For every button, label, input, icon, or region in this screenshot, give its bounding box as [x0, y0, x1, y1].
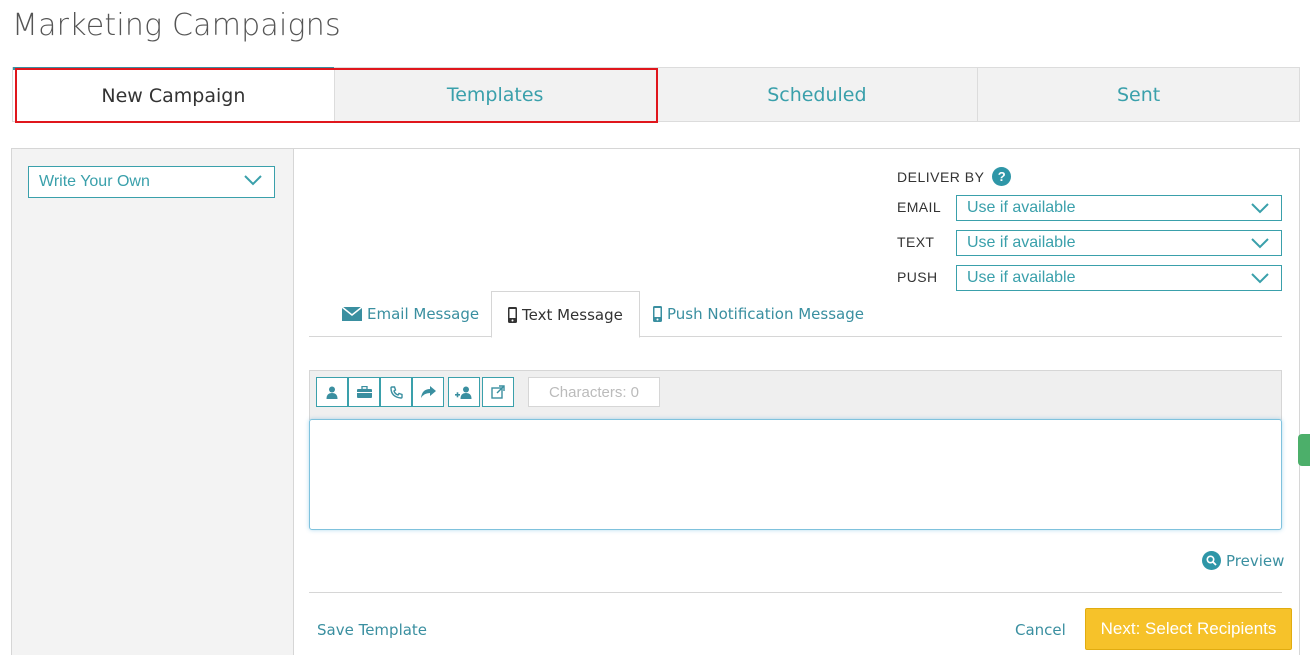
message-toolbar: Characters: 0: [309, 370, 1282, 420]
chevron-down-icon: [244, 175, 262, 186]
deliver-email-label: EMAIL: [897, 199, 942, 215]
tab-push-message-label: Push Notification Message: [667, 305, 864, 323]
tab-new-campaign[interactable]: New Campaign: [13, 67, 334, 121]
chevron-down-icon: [1251, 273, 1269, 284]
tab-sent[interactable]: Sent: [977, 67, 1299, 121]
question-circle-icon[interactable]: ?: [992, 167, 1012, 186]
user-icon: [326, 386, 338, 399]
tab-templates[interactable]: Templates: [333, 67, 656, 121]
side-feedback-tab[interactable]: [1298, 434, 1310, 466]
add-user-icon: [455, 386, 472, 399]
envelope-icon: [342, 307, 362, 321]
external-link-icon: [491, 385, 505, 399]
tab-push-notification-message[interactable]: Push Notification Message: [653, 291, 864, 337]
preview-label: Preview: [1226, 551, 1285, 570]
preview-link[interactable]: Preview: [1202, 551, 1284, 570]
template-select-value: Write Your Own: [39, 173, 150, 190]
deliver-by-heading: DELIVER BY ?: [897, 167, 1012, 186]
save-template-link[interactable]: Save Template: [317, 621, 427, 639]
deliver-email-select[interactable]: Use if available: [956, 195, 1282, 221]
page-title: Marketing Campaigns: [12, 8, 341, 43]
campaign-tabs: New Campaign Templates Scheduled Sent: [12, 67, 1300, 122]
share-icon: [420, 386, 436, 398]
tab-scheduled[interactable]: Scheduled: [655, 67, 978, 121]
insert-business-button[interactable]: [348, 377, 380, 407]
deliver-email-value: Use if available: [967, 199, 1076, 216]
tab-email-message[interactable]: Email Message: [342, 291, 479, 337]
insert-forward-button[interactable]: [412, 377, 444, 407]
character-count: Characters: 0: [528, 377, 660, 407]
phone-icon: [389, 385, 403, 399]
deliver-text-value: Use if available: [967, 234, 1076, 251]
footer-divider: [309, 592, 1282, 593]
deliver-by-label: DELIVER BY: [897, 168, 985, 185]
deliver-text-label: TEXT: [897, 234, 935, 250]
insert-link-button[interactable]: [482, 377, 514, 407]
deliver-text-select[interactable]: Use if available: [956, 230, 1282, 256]
message-tabs: Email Message Text Message Push Notifica…: [309, 291, 1282, 338]
tab-text-message[interactable]: Text Message: [491, 291, 640, 338]
chevron-down-icon: [1251, 203, 1269, 214]
deliver-push-value: Use if available: [967, 269, 1076, 286]
briefcase-icon: [356, 386, 372, 398]
cancel-link[interactable]: Cancel: [1015, 621, 1066, 639]
deliver-push-label: PUSH: [897, 269, 938, 285]
tab-text-message-label: Text Message: [522, 305, 623, 324]
campaign-panel: Write Your Own DELIVER BY ? EMAIL Use if…: [11, 148, 1300, 655]
insert-name-button[interactable]: [316, 377, 348, 407]
search-icon: [1202, 551, 1221, 570]
next-select-recipients-button[interactable]: Next: Select Recipients: [1085, 608, 1292, 650]
deliver-push-select[interactable]: Use if available: [956, 265, 1282, 291]
insert-phone-button[interactable]: [380, 377, 412, 407]
tab-email-message-label: Email Message: [367, 305, 480, 323]
mobile-phone-icon: [508, 306, 517, 323]
mobile-phone-icon: [653, 306, 662, 322]
sidebar: Write Your Own: [12, 149, 294, 655]
template-select[interactable]: Write Your Own: [28, 166, 275, 198]
chevron-down-icon: [1251, 238, 1269, 249]
message-textarea[interactable]: [309, 419, 1282, 530]
insert-contact-button[interactable]: [448, 377, 480, 407]
